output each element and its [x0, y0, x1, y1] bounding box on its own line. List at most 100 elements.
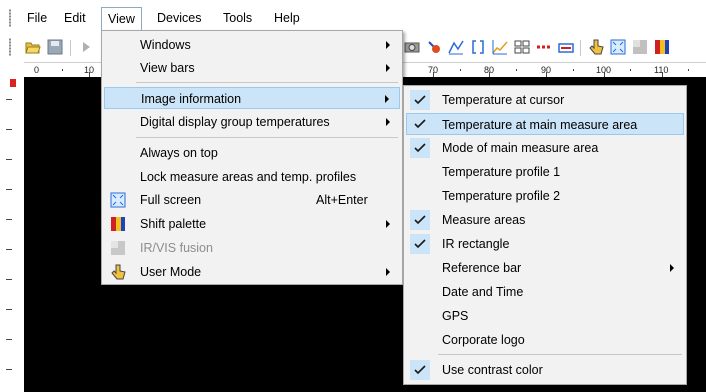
- submenu-item-ir-rectangle[interactable]: IR rectangle: [406, 233, 684, 255]
- fullscreen-icon[interactable]: [610, 39, 626, 55]
- menu-devices[interactable]: Devices: [151, 9, 207, 27]
- menu-help[interactable]: Help: [268, 9, 306, 27]
- ruler-tick: [6, 369, 12, 370]
- submenu-item-temperature-at-main-measure-area[interactable]: Temperature at main measure area: [406, 113, 684, 135]
- menu-edit[interactable]: Edit: [58, 9, 92, 27]
- histogram-icon[interactable]: [492, 39, 508, 55]
- spot-marker-icon[interactable]: [426, 39, 442, 55]
- ruler-tick: [630, 69, 631, 71]
- line-profile-icon[interactable]: [448, 39, 464, 55]
- ruler-tick: [6, 189, 12, 190]
- submenu-arrow-icon: [670, 264, 674, 272]
- hand-pointer-icon[interactable]: [588, 39, 604, 55]
- view-menu-item-digital-display[interactable]: Digital display group temperatures: [104, 111, 400, 133]
- fusion-icon[interactable]: [632, 39, 648, 55]
- submenu-item-temperature-at-cursor[interactable]: Temperature at cursor: [406, 89, 684, 111]
- submenu-item-temperature-profile-1[interactable]: Temperature profile 1: [406, 161, 684, 183]
- open-folder-icon[interactable]: [25, 39, 41, 55]
- view-menu-item-full-screen[interactable]: Full screen Alt+Enter: [104, 189, 400, 211]
- submenu-item-temperature-profile-2[interactable]: Temperature profile 2: [406, 185, 684, 207]
- view-menu-item-shift-palette[interactable]: Shift palette: [104, 213, 400, 235]
- ruler-tick: [62, 69, 63, 71]
- ruler-tick: [573, 69, 574, 71]
- submenu-item-use-contrast-color[interactable]: Use contrast color: [406, 359, 684, 381]
- submenu-arrow-icon: [386, 41, 390, 49]
- checkmark-icon: [410, 210, 430, 230]
- submenu-item-corporate-logo[interactable]: Corporate logo: [406, 329, 684, 351]
- menu-item-label: Shift palette: [140, 217, 207, 231]
- toolbar-separator: [70, 40, 71, 56]
- menu-item-label: Always on top: [140, 146, 218, 160]
- submenu-item-measure-areas[interactable]: Measure areas: [406, 209, 684, 231]
- view-menu-item-user-mode[interactable]: User Mode: [104, 261, 400, 283]
- digital-display-icon[interactable]: [514, 39, 530, 55]
- checkmark-icon: [410, 90, 430, 110]
- image-information-submenu: Temperature at cursor Temperature at mai…: [403, 85, 687, 385]
- menu-tools[interactable]: Tools: [217, 9, 258, 27]
- menu-item-label: Lock measure areas and temp. profiles: [140, 170, 357, 184]
- submenu-item-date-and-time[interactable]: Date and Time: [406, 281, 684, 303]
- submenu-item-gps[interactable]: GPS: [406, 305, 684, 327]
- checkmark-icon: [410, 138, 430, 158]
- view-menu-item-always-on-top[interactable]: Always on top: [104, 142, 400, 164]
- menu-item-label: Measure areas: [442, 213, 526, 227]
- ruler-tick: [460, 69, 461, 71]
- ruler-origin-marker[interactable]: [10, 79, 16, 87]
- bracket-icon[interactable]: [470, 39, 486, 55]
- ruler-tick: [6, 159, 12, 160]
- save-icon[interactable]: [47, 39, 63, 55]
- menu-item-label: IR/VIS fusion: [140, 241, 213, 255]
- vertical-ruler: [0, 77, 25, 392]
- toolbar-separator: [580, 40, 581, 56]
- menu-item-label: Digital display group temperatures: [140, 115, 330, 129]
- menu-item-label: Date and Time: [442, 285, 524, 299]
- ruler-tick: [6, 279, 12, 280]
- view-menu-item-lock-measure-areas[interactable]: Lock measure areas and temp. profiles: [104, 166, 400, 188]
- submenu-arrow-icon: [386, 64, 390, 72]
- area-icon[interactable]: [558, 39, 574, 55]
- menu-item-shortcut: Alt+Enter: [316, 193, 368, 207]
- menu-item-label: Windows: [140, 38, 191, 52]
- submenu-arrow-icon: [385, 95, 389, 103]
- menu-item-label: Reference bar: [442, 261, 522, 275]
- submenu-arrow-icon: [386, 268, 390, 276]
- menu-item-label: Full screen: [140, 193, 202, 207]
- menu-item-label: View bars: [140, 61, 195, 75]
- submenu-item-mode-of-main-measure-area[interactable]: Mode of main measure area: [406, 137, 684, 159]
- view-menu-item-image-information[interactable]: Image information: [104, 87, 400, 109]
- menu-item-label: Temperature profile 1: [442, 165, 561, 179]
- checkmark-icon: [410, 114, 430, 134]
- menu-item-label: IR rectangle: [442, 237, 510, 251]
- view-menu-item-windows[interactable]: Windows: [104, 34, 400, 56]
- play-icon[interactable]: [78, 39, 94, 55]
- submenu-arrow-icon: [386, 118, 390, 126]
- toolbar-grip: [9, 38, 11, 56]
- view-menu: Windows View bars Image information Digi…: [101, 30, 403, 285]
- ruler-tick: [6, 99, 12, 100]
- menu-item-label: Temperature profile 2: [442, 189, 561, 203]
- ruler-label: 0: [34, 65, 40, 75]
- menu-file[interactable]: File: [21, 9, 53, 27]
- menu-view[interactable]: View: [101, 7, 142, 32]
- checkmark-icon: [410, 360, 430, 380]
- ruler-tick: [688, 69, 689, 71]
- camera-icon[interactable]: [404, 39, 420, 55]
- palette-icon[interactable]: [654, 39, 670, 55]
- submenu-arrow-icon: [386, 220, 390, 228]
- dashed-line-icon[interactable]: [536, 39, 552, 55]
- fullscreen-icon: [110, 192, 126, 208]
- menu-item-label: User Mode: [140, 265, 202, 279]
- menu-separator: [136, 82, 398, 83]
- ruler-tick: [6, 249, 12, 250]
- ruler-tick: [6, 219, 12, 220]
- hand-pointer-icon: [111, 264, 126, 280]
- submenu-item-reference-bar[interactable]: Reference bar: [406, 257, 684, 279]
- view-menu-item-view-bars[interactable]: View bars: [104, 57, 400, 79]
- menu-item-label: Corporate logo: [442, 333, 525, 347]
- ruler-tick: [6, 309, 12, 310]
- palette-icon: [111, 217, 125, 231]
- menu-item-label: Mode of main measure area: [442, 141, 599, 155]
- menubar-grip: [9, 9, 11, 27]
- fusion-icon: [111, 241, 125, 255]
- menu-item-label: Temperature at cursor: [442, 93, 565, 107]
